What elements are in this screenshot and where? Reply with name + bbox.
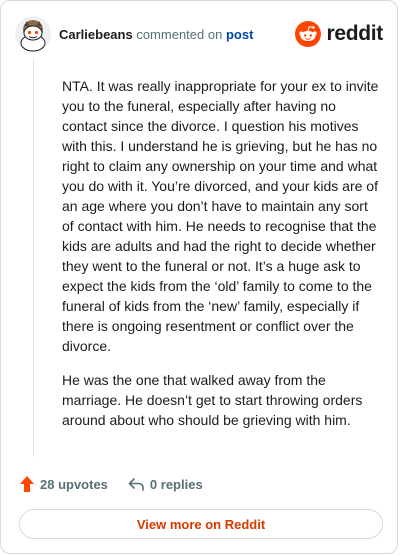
comment-embed-card: Carliebeans commented on post reddit NTA… (0, 0, 398, 554)
upvote-arrow-icon (20, 476, 34, 492)
reddit-brand[interactable]: reddit (295, 21, 383, 47)
upvote-count: 28 upvotes (40, 476, 108, 492)
upvote-button[interactable]: 28 upvotes (19, 475, 108, 493)
thread-line (33, 59, 34, 457)
reddit-logo-icon (295, 21, 322, 47)
comment-body: NTA. It was really inappropriate for you… (62, 76, 380, 444)
comment-meta: Carliebeans commented on post (59, 27, 253, 42)
username-link[interactable]: Carliebeans (59, 27, 133, 42)
commented-on-label: commented on (136, 26, 223, 42)
comment-header: Carliebeans commented on post reddit (15, 15, 383, 53)
view-more-button[interactable]: View more on Reddit (19, 509, 383, 539)
comment-actions: 28 upvotes 0 replies (19, 473, 203, 495)
reply-arrow-icon (128, 477, 144, 491)
reply-count: 0 replies (149, 476, 203, 492)
user-avatar-icon[interactable] (15, 16, 51, 52)
reddit-wordmark: reddit (326, 22, 383, 45)
reply-button[interactable]: 0 replies (128, 477, 203, 492)
comment-paragraph: He was the one that walked away from the… (62, 372, 363, 428)
post-link[interactable]: post (226, 27, 253, 42)
comment-paragraph: NTA. It was really inappropriate for you… (62, 78, 379, 354)
